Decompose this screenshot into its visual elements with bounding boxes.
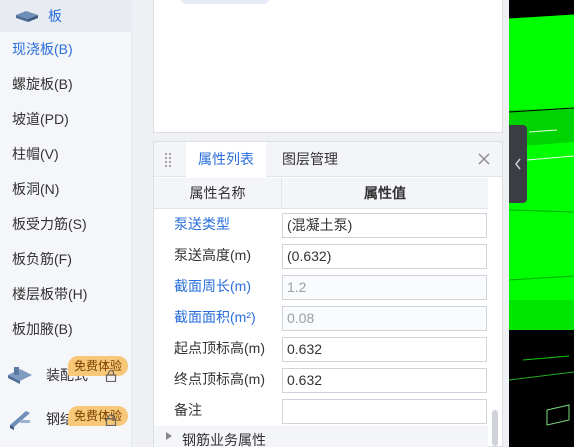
group-label: 钢筋业务属性 (182, 432, 266, 447)
table-row: 泵送类型 (混凝土泵) (154, 209, 488, 240)
sidebar-item-spiral-slab[interactable]: 螺旋板(B) (12, 67, 130, 102)
component-sidebar: 板 现浇板(B) 螺旋板(B) 坡道(PD) 柱帽(V) 板洞(N) 板受力筋(… (0, 0, 132, 447)
property-value-field[interactable] (282, 399, 487, 424)
close-icon[interactable] (476, 151, 492, 167)
collapse-panel-button[interactable] (509, 125, 527, 203)
table-row: 截面周长(m) 1.2 (154, 271, 488, 302)
property-value-field[interactable]: (混凝土泵) (282, 213, 487, 238)
property-panel: 属性列表 图层管理 属性名称 属性值 泵送类型 (混凝土泵) 泵送高度(m) (… (153, 141, 503, 447)
sidebar-item-slab-rebar[interactable]: 板受力筋(S) (12, 207, 130, 242)
table-row: 终点顶标高(m) 0.632 (154, 364, 488, 395)
property-name[interactable]: 截面面积(m²) (174, 302, 256, 333)
3d-viewport[interactable] (509, 0, 574, 447)
drag-handle-icon[interactable] (164, 152, 172, 168)
slab-icon (16, 11, 38, 22)
free-trial-badge: 免费体验 (68, 406, 129, 426)
sidebar-item-slab-hole[interactable]: 板洞(N) (12, 172, 130, 207)
expand-arrow-icon (166, 432, 172, 440)
lock-icon (105, 414, 117, 426)
component-panel: 属性列表 图层管理 属性名称 属性值 泵送类型 (混凝土泵) 泵送高度(m) (… (132, 0, 509, 447)
preview-toolbar[interactable] (181, 0, 269, 4)
property-name[interactable]: 泵送类型 (174, 209, 230, 240)
steel-icon (10, 411, 30, 430)
property-group-rebar[interactable]: 钢筋业务属性 (154, 426, 488, 447)
sidebar-item-slab-haunch[interactable]: 板加腋(B) (12, 312, 130, 347)
free-trial-badge: 免费体验 (68, 356, 129, 376)
table-row: 起点顶标高(m) 0.632 (154, 333, 488, 364)
property-value-field: 1.2 (282, 275, 487, 300)
property-value-field[interactable]: (0.632) (282, 244, 487, 269)
property-name: 泵送高度(m) (174, 247, 251, 263)
column-header-value: 属性值 (364, 185, 406, 201)
tab-property-list[interactable]: 属性列表 (186, 142, 266, 177)
property-name: 终点顶标高(m) (174, 371, 265, 387)
category-label: 板 (48, 8, 62, 24)
property-tabbar: 属性列表 图层管理 (154, 142, 502, 177)
scrollbar-thumb[interactable] (492, 410, 498, 446)
sidebar-item-slab-strip[interactable]: 楼层板带(H) (12, 277, 130, 312)
property-value-field[interactable]: 0.632 (282, 337, 487, 362)
component-preview (153, 0, 503, 133)
property-value-field[interactable]: 0.632 (282, 368, 487, 393)
property-name: 起点顶标高(m) (174, 340, 265, 356)
property-name: 备注 (174, 402, 202, 418)
sidebar-item-column-cap[interactable]: 柱帽(V) (12, 137, 130, 172)
sidebar-item-negative-rebar[interactable]: 板负筋(F) (12, 242, 130, 277)
lock-icon (105, 370, 117, 382)
tab-layer-management[interactable]: 图层管理 (270, 142, 350, 177)
sidebar-item-ramp[interactable]: 坡道(PD) (12, 102, 130, 137)
chevron-left-icon (515, 158, 521, 170)
table-row: 截面面积(m²) 0.08 (154, 302, 488, 333)
property-value-field: 0.08 (282, 306, 487, 331)
category-slab[interactable]: 板 (0, 0, 132, 32)
property-name[interactable]: 截面周长(m) (174, 271, 251, 302)
viewport-scene (509, 0, 574, 447)
property-table-header: 属性名称 属性值 (154, 178, 488, 209)
column-header-name: 属性名称 (154, 178, 282, 209)
prefab-icon (8, 367, 32, 384)
table-row: 泵送高度(m) (0.632) (154, 240, 488, 271)
sidebar-item-cast-slab[interactable]: 现浇板(B) (12, 32, 130, 67)
table-row: 备注 (154, 395, 488, 426)
